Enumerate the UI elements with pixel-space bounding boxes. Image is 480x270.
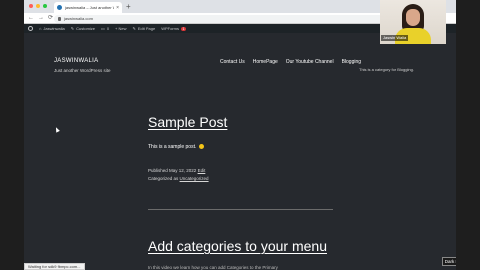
lock-icon bbox=[58, 16, 61, 21]
back-icon[interactable]: ← bbox=[28, 14, 34, 23]
browser-status-bar: Waiting for sdk9 fbmpc.com... bbox=[24, 263, 85, 270]
reload-icon[interactable]: ⟳ bbox=[48, 14, 53, 23]
maximize-window-button[interactable] bbox=[43, 4, 47, 8]
navigation-buttons: ← → ⟳ bbox=[28, 14, 53, 23]
admin-edit-page-link[interactable]: ✎ Edit Page bbox=[133, 26, 156, 31]
browser-tab[interactable]: jaswinwalia – Just another Wo × bbox=[54, 2, 122, 13]
webcam-name-label: Jaswin Walia bbox=[381, 35, 409, 41]
url-text: jaswinwalia.com bbox=[64, 16, 93, 21]
edit-post-link[interactable]: Edit bbox=[198, 168, 206, 173]
close-tab-icon[interactable]: × bbox=[116, 5, 119, 11]
brush-icon: ✎ bbox=[70, 26, 75, 31]
post2-title[interactable]: Add categories to your menu bbox=[148, 238, 327, 254]
wordpress-logo-icon[interactable] bbox=[28, 26, 33, 31]
nav-item-blogging[interactable]: Blogging bbox=[342, 59, 361, 65]
category-link[interactable]: Uncategorized bbox=[180, 176, 209, 181]
admin-new-link[interactable]: + New bbox=[115, 26, 126, 31]
dark-mode-toggle[interactable]: Dark Mode: On bbox=[442, 257, 456, 266]
admin-customize-link[interactable]: ✎ Customize bbox=[71, 26, 95, 31]
admin-wpforms-link[interactable]: WPForms 1 bbox=[161, 26, 186, 31]
home-icon: ⌂ bbox=[39, 26, 42, 31]
minimize-window-button[interactable] bbox=[36, 4, 40, 8]
wordpress-favicon-icon bbox=[57, 5, 62, 10]
post-title[interactable]: Sample Post bbox=[148, 114, 227, 130]
pencil-icon: ✎ bbox=[132, 26, 136, 31]
url-input[interactable]: jaswinwalia.com bbox=[54, 14, 384, 23]
nav-item-homepage[interactable]: HomePage bbox=[253, 59, 278, 65]
site-title[interactable]: JASWINWALIA bbox=[54, 58, 98, 64]
video-frame: jaswinwalia – Just another Wo × + ← → ⟳ … bbox=[0, 0, 480, 270]
post2-excerpt: In this video we learn how you can add C… bbox=[148, 265, 278, 270]
tab-title: jaswinwalia – Just another Wo bbox=[65, 5, 115, 10]
post-divider bbox=[148, 209, 333, 210]
wpforms-badge: 1 bbox=[181, 26, 186, 31]
post-category-meta: Categorized as Uncategorized bbox=[148, 176, 209, 181]
nav-item-youtube-channel[interactable]: Our Youtube Channel bbox=[286, 59, 334, 65]
blogging-category-description: This is a category for Blogging. bbox=[359, 67, 414, 72]
comment-icon: ▭ bbox=[101, 26, 105, 31]
site-tagline: Just another WordPress site bbox=[54, 68, 111, 73]
smiley-emoji-icon bbox=[198, 144, 204, 149]
window-controls bbox=[29, 4, 47, 8]
admin-comments-link[interactable]: ▭ 0 bbox=[101, 26, 109, 31]
mouse-cursor-icon bbox=[54, 126, 60, 133]
primary-nav: Contact Us HomePage Our Youtube Channel … bbox=[220, 59, 361, 65]
post-published-meta: Published May 12, 2022 Edit bbox=[148, 168, 206, 173]
close-window-button[interactable] bbox=[29, 4, 33, 8]
forward-icon[interactable]: → bbox=[38, 14, 44, 23]
admin-site-name-link[interactable]: ⌂ Jaswinwalia bbox=[39, 26, 65, 31]
new-tab-button[interactable]: + bbox=[126, 1, 131, 12]
webcam-overlay: Jaswin Walia bbox=[380, 0, 446, 44]
nav-item-contact-us[interactable]: Contact Us bbox=[220, 59, 245, 65]
post-body: This is a sample post. bbox=[148, 144, 204, 150]
